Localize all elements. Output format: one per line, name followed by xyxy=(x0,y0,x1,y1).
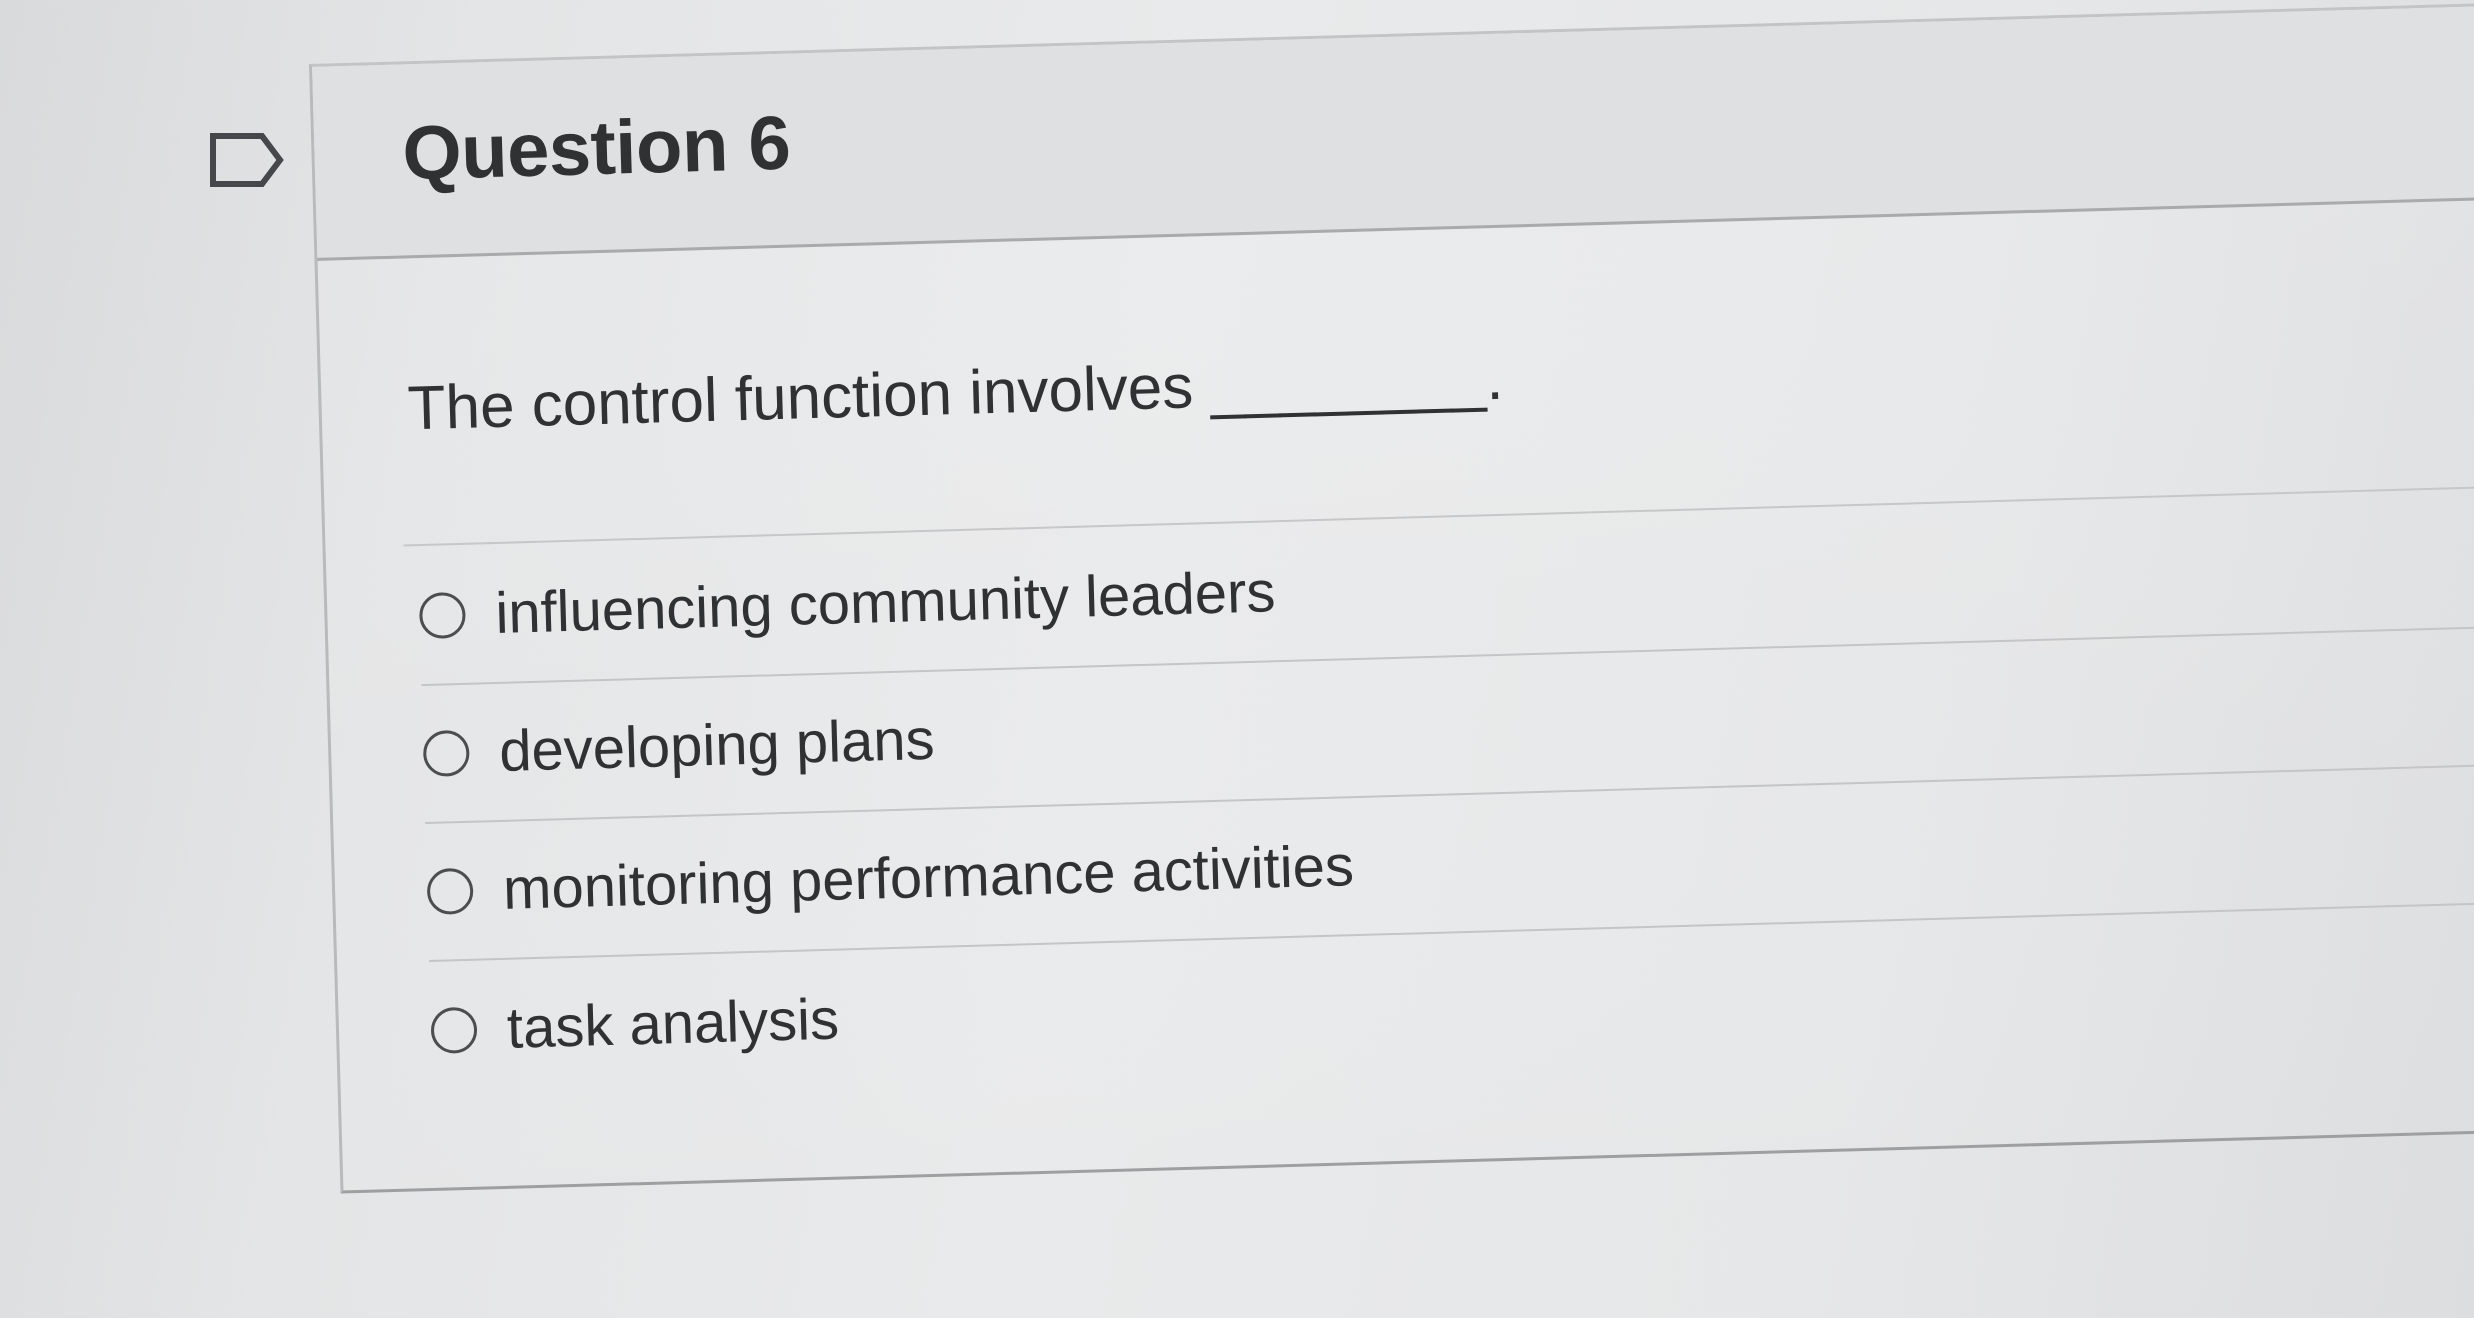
answer-label: developing plans xyxy=(498,706,936,784)
radio-button-unchecked-icon[interactable] xyxy=(422,729,470,778)
answer-label: monitoring performance activities xyxy=(502,833,1355,922)
question-header: Question 6 xyxy=(312,5,2474,261)
question-card: Question 6 The control function involves… xyxy=(309,2,2474,1194)
answer-label: task analysis xyxy=(506,986,840,1061)
answer-label: influencing community leaders xyxy=(494,559,1277,646)
question-title: Question 6 xyxy=(401,100,792,197)
radio-button-unchecked-icon[interactable] xyxy=(430,1006,478,1054)
radio-button-unchecked-icon[interactable] xyxy=(418,591,467,640)
radio-button-unchecked-icon[interactable] xyxy=(426,867,474,916)
question-text: The control function involves ________. xyxy=(406,343,1505,444)
flag-question-icon[interactable] xyxy=(210,133,284,187)
